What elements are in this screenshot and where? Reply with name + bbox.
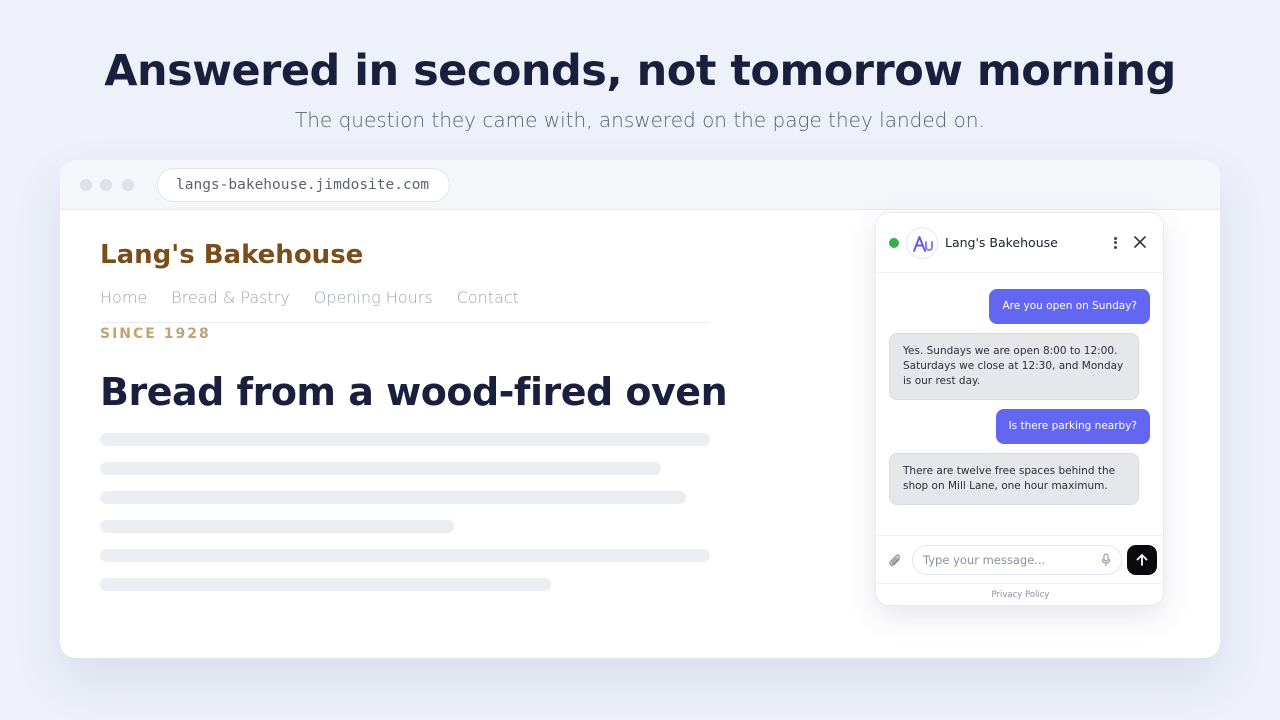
address-bar[interactable]: langs-bakehouse.jimdosite.com (157, 168, 450, 202)
page-headline: Answered in seconds, not tomorrow mornin… (104, 46, 1176, 96)
paperclip-icon[interactable] (888, 552, 902, 573)
nav-contact[interactable]: Contact (457, 288, 519, 307)
text-placeholder-line (100, 491, 686, 504)
site-logo[interactable]: Lang's Bakehouse (100, 240, 363, 270)
chat-widget: Lang's Bakehouse Are you open on Sunday?… (875, 212, 1164, 606)
chat-message-bot: There are twelve free spaces behind the … (889, 453, 1139, 505)
privacy-policy-link[interactable]: Privacy Policy (876, 590, 1163, 600)
chat-composer (876, 535, 1163, 583)
nav-opening-hours[interactable]: Opening Hours (314, 288, 433, 307)
message-input[interactable] (912, 545, 1122, 575)
browser-window: langs-bakehouse.jimdosite.com Lang's Bak… (60, 160, 1220, 658)
text-placeholder-line (100, 520, 454, 533)
text-placeholder-line (100, 578, 551, 591)
window-minimize-dot[interactable] (100, 179, 112, 191)
chat-message-user: Are you open on Sunday? (989, 289, 1150, 324)
logo-icon (913, 236, 933, 252)
close-icon[interactable] (1131, 233, 1149, 251)
online-status-dot (889, 238, 899, 248)
page-subhead: The question they came with, answered on… (295, 108, 985, 132)
text-placeholder-line (100, 433, 710, 446)
chat-message-bot: Yes. Sundays we are open 8:00 to 12:00. … (889, 333, 1139, 400)
chat-title: Lang's Bakehouse (945, 235, 1058, 250)
window-maximize-dot[interactable] (122, 179, 134, 191)
window-close-dot[interactable] (80, 179, 92, 191)
nav-home[interactable]: Home (100, 288, 147, 307)
microphone-icon[interactable] (1101, 553, 1111, 572)
site-nav: Home Bread & Pastry Opening Hours Contac… (100, 288, 519, 307)
nav-bread-pastry[interactable]: Bread & Pastry (171, 288, 290, 307)
browser-toolbar: langs-bakehouse.jimdosite.com (60, 160, 1220, 210)
chat-avatar (906, 227, 938, 259)
site-eyebrow: SINCE 1928 (100, 326, 211, 342)
nav-divider (100, 322, 710, 323)
send-arrow-icon (1136, 554, 1148, 566)
text-placeholder-line (100, 462, 661, 475)
kebab-menu-icon[interactable] (1110, 235, 1120, 251)
send-button[interactable] (1127, 545, 1157, 575)
site-hero-title: Bread from a wood-fired oven (100, 370, 728, 414)
text-placeholder-line (100, 549, 710, 562)
chat-message-user: Is there parking nearby? (995, 409, 1150, 444)
chat-footer-divider (876, 583, 1163, 584)
chat-header: Lang's Bakehouse (876, 213, 1163, 273)
